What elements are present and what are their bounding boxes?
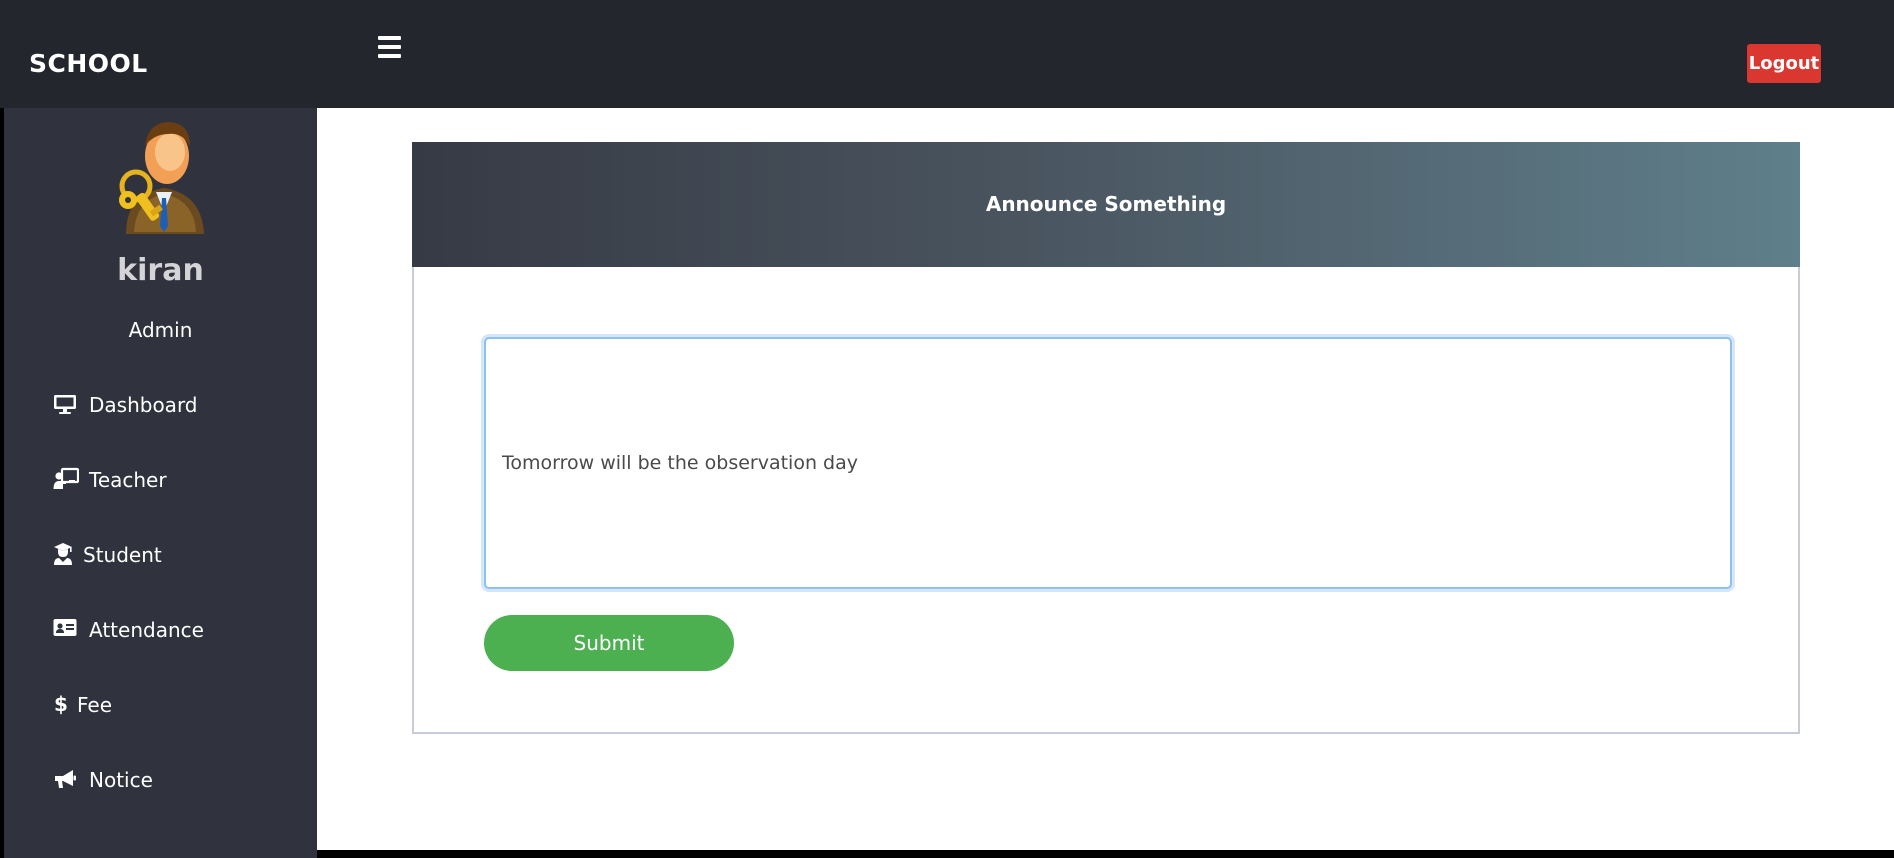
sidebar-item-label: Teacher	[89, 468, 167, 492]
chalkboard-teacher-icon	[53, 467, 79, 493]
user-name: kiran	[117, 253, 204, 288]
sidebar-item-label: Dashboard	[89, 393, 198, 417]
dollar-sign-icon: $	[53, 692, 67, 718]
sidebar: kiran Admin Dashboard Teacher Student At…	[4, 108, 317, 858]
sidebar-item-dashboard[interactable]: Dashboard	[53, 387, 198, 423]
sidebar-item-label: Attendance	[89, 618, 204, 642]
user-role: Admin	[128, 318, 193, 342]
admin-avatar-icon	[112, 116, 216, 246]
brand-logo-text[interactable]: SCHOOL	[29, 46, 148, 82]
id-card-icon	[53, 617, 79, 643]
submit-button[interactable]: Submit	[484, 615, 734, 671]
sidebar-item-label: Student	[83, 543, 162, 567]
desktop-monitor-icon	[53, 392, 79, 418]
user-graduate-icon	[53, 542, 73, 568]
sidebar-item-notice[interactable]: Notice	[53, 762, 153, 798]
hamburger-menu-icon[interactable]	[376, 36, 404, 62]
main-content: Announce Something Tomorrow will be the …	[317, 108, 1894, 850]
announcement-textarea[interactable]: Tomorrow will be the observation day	[484, 337, 1732, 589]
sidebar-item-fee[interactable]: $ Fee	[53, 687, 112, 723]
sidebar-item-student[interactable]: Student	[53, 537, 162, 573]
sidebar-item-teacher[interactable]: Teacher	[53, 462, 167, 498]
top-navbar: SCHOOL Logout	[0, 0, 1894, 108]
announce-card-title: Announce Something	[412, 142, 1800, 267]
sidebar-item-label: Notice	[89, 768, 153, 792]
sidebar-item-attendance[interactable]: Attendance	[53, 612, 204, 648]
logout-button[interactable]: Logout	[1747, 44, 1821, 83]
bullhorn-icon	[53, 767, 79, 793]
svg-text:$: $	[54, 692, 67, 716]
announce-card-body: Tomorrow will be the observation day Sub…	[412, 267, 1800, 734]
sidebar-item-label: Fee	[77, 693, 113, 717]
